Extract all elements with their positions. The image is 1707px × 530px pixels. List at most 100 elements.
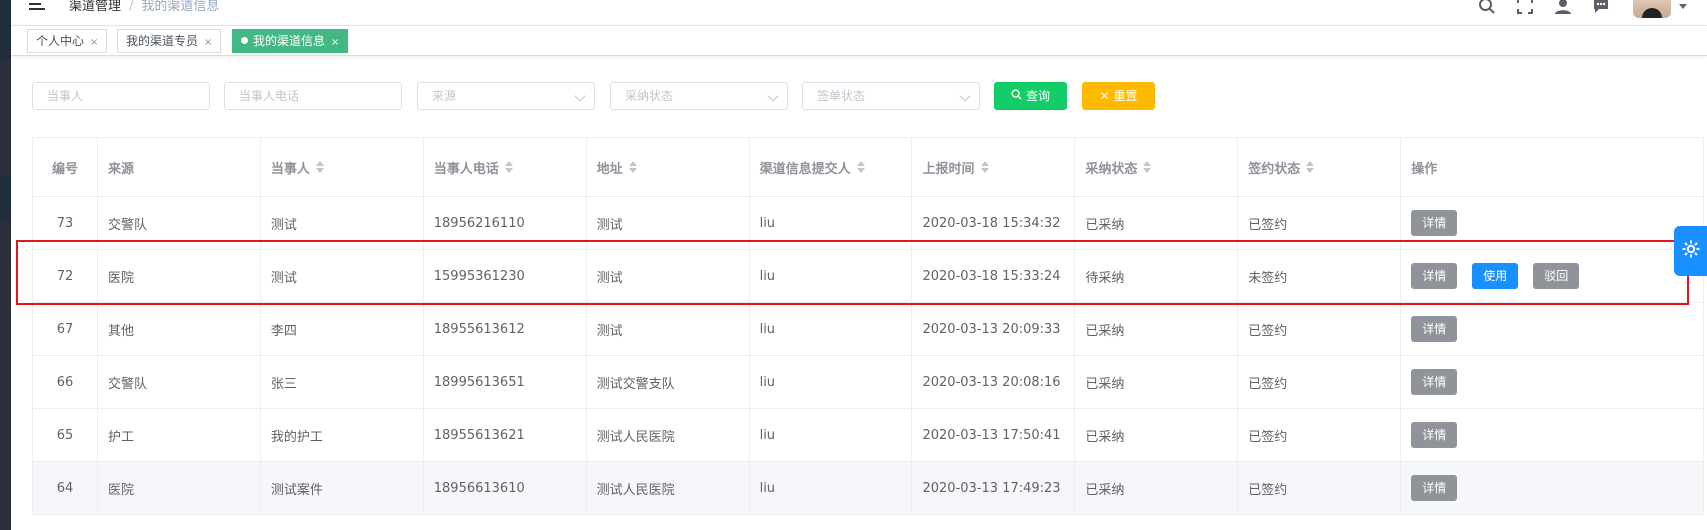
cell-submitter: liu <box>750 197 913 249</box>
table-row: 64 医院 测试案件 18956613610 测试人民医院 liu 2020-0… <box>33 462 1705 515</box>
sort-icon[interactable] <box>1306 161 1315 173</box>
cell-report-time: 2020-03-13 17:50:41 <box>912 409 1076 461</box>
cell-report-time: 2020-03-18 15:33:24 <box>912 250 1076 302</box>
avatar[interactable] <box>1633 0 1671 18</box>
detail-button[interactable]: 详情 <box>1411 316 1458 342</box>
sidebar-edge <box>0 0 11 530</box>
column-header-party[interactable]: 当事人 <box>261 138 424 196</box>
cell-submitter: liu <box>750 303 913 355</box>
sign-status-select[interactable]: 签单状态 <box>802 82 980 110</box>
cell-sign-status: 已签约 <box>1238 303 1402 355</box>
table-row: 67 其他 李四 18955613612 测试 liu 2020-03-13 2… <box>33 303 1705 356</box>
close-icon[interactable]: × <box>204 37 212 48</box>
settings-drawer-toggle[interactable] <box>1674 226 1707 276</box>
cell-source: 交警队 <box>98 197 261 249</box>
page-bottom <box>11 521 1707 530</box>
sort-icon[interactable] <box>628 161 637 173</box>
cell-source: 其他 <box>98 303 261 355</box>
tag-my-channel-info[interactable]: 我的渠道信息 × <box>232 29 349 53</box>
cell-sign-status: 已签约 <box>1238 356 1402 408</box>
cell-submitter: liu <box>750 250 913 302</box>
user-icon[interactable] <box>1553 0 1573 16</box>
cell-source: 护工 <box>98 409 261 461</box>
source-select[interactable]: 来源 <box>417 82 595 110</box>
use-button[interactable]: 使用 <box>1472 263 1519 289</box>
column-header-sign-status[interactable]: 签约状态 <box>1238 138 1402 196</box>
cell-actions: 详情 <box>1401 303 1705 355</box>
cell-sign-status: 未签约 <box>1238 250 1402 302</box>
detail-button[interactable]: 详情 <box>1411 369 1458 395</box>
header-actions <box>1459 0 1687 18</box>
table-row: 66 交警队 张三 18995613651 测试交警支队 liu 2020-03… <box>33 356 1705 409</box>
cell-actions: 详情 <box>1401 462 1705 514</box>
fullscreen-icon[interactable] <box>1515 0 1535 16</box>
table-row: 73 交警队 测试 18956216110 测试 liu 2020-03-18 … <box>33 197 1705 250</box>
cell-phone: 18995613651 <box>424 356 587 408</box>
sign-status-placeholder: 签单状态 <box>817 89 866 103</box>
tag-personal-center[interactable]: 个人中心 × <box>27 29 108 53</box>
message-icon[interactable] <box>1591 0 1611 16</box>
cell-adopt-status: 已采纳 <box>1075 356 1239 408</box>
cell-phone: 18955613621 <box>424 409 587 461</box>
sort-icon[interactable] <box>856 161 865 173</box>
search-button[interactable]: 查询 <box>994 82 1067 110</box>
breadcrumb-item-current: 我的渠道信息 <box>141 0 220 14</box>
hamburger-icon[interactable] <box>29 0 47 10</box>
sort-icon[interactable] <box>315 161 324 173</box>
channel-info-table: 编号 来源 当事人 当事人电话 地址 渠道信息提交人 上报时间 采纳状态 签约状… <box>32 137 1705 515</box>
column-header-report-time[interactable]: 上报时间 <box>912 138 1076 196</box>
cell-party: 我的护工 <box>261 409 424 461</box>
cell-address: 测试人民医院 <box>587 409 750 461</box>
cell-adopt-status: 已采纳 <box>1075 197 1239 249</box>
cell-phone: 18955613612 <box>424 303 587 355</box>
detail-button[interactable]: 详情 <box>1411 210 1458 236</box>
cell-submitter: liu <box>750 462 913 514</box>
column-header-id: 编号 <box>33 138 98 196</box>
cell-id: 64 <box>33 462 98 514</box>
cell-party: 李四 <box>261 303 424 355</box>
reject-button[interactable]: 驳回 <box>1533 263 1580 289</box>
tag-label: 个人中心 <box>36 34 85 48</box>
reset-button-label: 重置 <box>1113 89 1138 103</box>
column-header-party-phone[interactable]: 当事人电话 <box>424 138 587 196</box>
cell-adopt-status: 已采纳 <box>1075 303 1239 355</box>
cell-adopt-status: 待采纳 <box>1075 250 1239 302</box>
tag-label: 我的渠道专员 <box>126 34 199 48</box>
breadcrumb-item-channel-management[interactable]: 渠道管理 <box>69 0 121 14</box>
cell-party: 张三 <box>261 356 424 408</box>
sort-icon[interactable] <box>1143 161 1152 173</box>
cell-id: 73 <box>33 197 98 249</box>
party-phone-input[interactable]: 当事人电话 <box>224 82 402 110</box>
close-icon[interactable]: × <box>90 37 98 48</box>
party-input[interactable]: 当事人 <box>32 82 210 110</box>
cell-report-time: 2020-03-13 20:09:33 <box>912 303 1076 355</box>
cell-phone: 15995361230 <box>424 250 587 302</box>
detail-button[interactable]: 详情 <box>1411 475 1458 501</box>
detail-button[interactable]: 详情 <box>1411 263 1458 289</box>
detail-button[interactable]: 详情 <box>1411 422 1458 448</box>
cell-actions: 详情 使用 驳回 <box>1401 250 1705 302</box>
reset-button[interactable]: ✕ 重置 <box>1082 82 1155 110</box>
table-row: 65 护工 我的护工 18955613621 测试人民医院 liu 2020-0… <box>33 409 1705 462</box>
cell-id: 67 <box>33 303 98 355</box>
column-header-address[interactable]: 地址 <box>587 138 750 196</box>
cell-actions: 详情 <box>1401 197 1705 249</box>
close-icon[interactable]: × <box>331 37 339 48</box>
table-header: 编号 来源 当事人 当事人电话 地址 渠道信息提交人 上报时间 采纳状态 签约状… <box>33 138 1705 197</box>
search-icon[interactable] <box>1477 0 1497 16</box>
cell-submitter: liu <box>750 356 913 408</box>
cell-id: 66 <box>33 356 98 408</box>
sort-icon[interactable] <box>504 161 513 173</box>
caret-down-icon[interactable] <box>1679 3 1687 9</box>
sort-icon[interactable] <box>980 161 989 173</box>
column-header-actions: 操作 <box>1401 138 1705 196</box>
tag-my-channel-specialist[interactable]: 我的渠道专员 × <box>117 29 222 53</box>
source-select-placeholder: 来源 <box>432 89 457 103</box>
chevron-down-icon <box>574 90 586 102</box>
column-header-source: 来源 <box>98 138 261 196</box>
column-header-adopt-status[interactable]: 采纳状态 <box>1075 138 1239 196</box>
search-button-label: 查询 <box>1025 89 1050 103</box>
column-header-submitter[interactable]: 渠道信息提交人 <box>750 138 913 196</box>
cell-actions: 详情 <box>1401 409 1705 461</box>
adopt-status-select[interactable]: 采纳状态 <box>610 82 788 110</box>
